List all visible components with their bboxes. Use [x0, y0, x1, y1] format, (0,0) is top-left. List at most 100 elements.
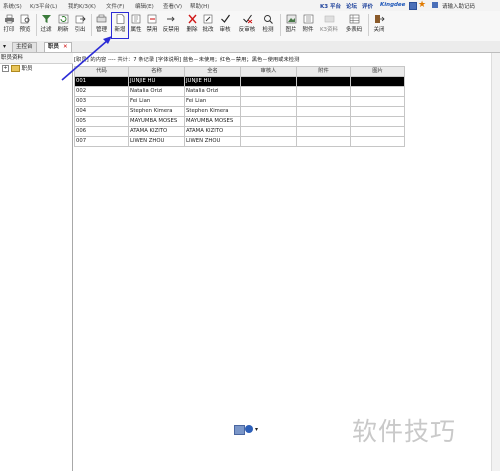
- manage-button[interactable]: 管理: [94, 13, 109, 39]
- dropdown-icon[interactable]: [409, 2, 417, 10]
- tab-employee-label: 职员: [48, 44, 60, 50]
- enable-icon: [166, 16, 175, 22]
- delete-label: 删除: [186, 27, 198, 33]
- cell-picture: [350, 136, 405, 147]
- cell-attachment: [296, 96, 351, 107]
- link-review[interactable]: 评价: [362, 2, 373, 10]
- mnemonic-search-input[interactable]: 请输入助记码: [442, 2, 475, 10]
- refresh-button[interactable]: 刷新: [56, 13, 70, 39]
- attachment-label: 附件: [302, 27, 314, 33]
- tab-menu-icon[interactable]: ▾: [3, 43, 6, 50]
- filter-button[interactable]: 过滤: [39, 13, 53, 39]
- picture-label: 图片: [285, 27, 297, 33]
- help-icon[interactable]: [245, 425, 253, 433]
- check-icon: [263, 15, 273, 24]
- properties-icon: [131, 14, 140, 24]
- k3-data-button[interactable]: K3资料: [318, 13, 340, 39]
- properties-label: 属性: [130, 27, 142, 33]
- cell-auditor: [240, 106, 297, 117]
- table-row[interactable]: 002 Natalia Orizi Natalia Orizi: [74, 86, 405, 97]
- column-header-attachment[interactable]: 附件: [296, 66, 351, 77]
- cell-attachment: [296, 126, 351, 137]
- left-panel: 职员资料 + 职员: [0, 53, 73, 471]
- menu-help[interactable]: 帮助(H): [190, 2, 209, 10]
- cell-name: Natalia Orizi: [128, 86, 185, 97]
- multi-table-label: 多表码: [345, 27, 363, 33]
- batch-edit-button[interactable]: 批改: [201, 13, 215, 39]
- table-row[interactable]: 001 JUNJIE HU JUNJIE HU: [74, 76, 405, 87]
- column-header-code[interactable]: 代码: [74, 66, 129, 77]
- print-button[interactable]: 打印: [2, 13, 16, 39]
- disable-button[interactable]: 禁用: [145, 13, 159, 39]
- cell-fullname: MAYUMBA MOSES: [184, 116, 241, 127]
- audit-label: 审核: [219, 27, 231, 33]
- new-button[interactable]: 新增: [111, 12, 129, 39]
- enable-button[interactable]: 反禁用: [161, 13, 181, 39]
- delete-button[interactable]: 删除: [185, 13, 199, 39]
- link-forum[interactable]: 论坛: [346, 2, 357, 10]
- column-header-picture[interactable]: 图片: [350, 66, 405, 77]
- cell-attachment: [296, 136, 351, 147]
- cell-fullname: Stephen Kimera: [184, 106, 241, 117]
- table-row[interactable]: 007 LIWEN ZHOU LIWEN ZHOU: [74, 136, 405, 147]
- table-row[interactable]: 005 MAYUMBA MOSES MAYUMBA MOSES: [74, 116, 405, 127]
- cell-fullname: ATAMA KIZITO: [184, 126, 241, 137]
- preview-button[interactable]: 预览: [18, 13, 32, 39]
- menu-my-k3[interactable]: 我的K/3(K): [68, 2, 96, 10]
- audit-icon: [220, 14, 230, 23]
- audit-button[interactable]: 审核: [218, 13, 232, 39]
- search-dropdown-icon[interactable]: [432, 2, 438, 8]
- check-button[interactable]: 检测: [261, 13, 275, 39]
- export-button[interactable]: 引出: [73, 13, 87, 39]
- vertical-scrollbar[interactable]: [491, 53, 500, 471]
- column-header-auditor[interactable]: 审核人: [240, 66, 297, 77]
- tab-main-console-label: 主控台: [16, 44, 33, 50]
- multi-table-button[interactable]: 多表码: [344, 13, 364, 39]
- kingdee-logo: Kingdee: [380, 2, 406, 8]
- cell-fullname: LIWEN ZHOU: [184, 136, 241, 147]
- table-row[interactable]: 006 ATAMA KIZITO ATAMA KIZITO: [74, 126, 405, 137]
- attachment-button[interactable]: 附件: [301, 13, 315, 39]
- export-label: 引出: [74, 27, 86, 33]
- tree-expand-icon[interactable]: +: [2, 65, 9, 72]
- export-icon: [75, 15, 86, 24]
- cell-attachment: [296, 86, 351, 97]
- cell-code: 004: [74, 106, 129, 117]
- menu-edit[interactable]: 编辑(E): [135, 2, 154, 10]
- column-header-fullname[interactable]: 全名: [184, 66, 241, 77]
- menu-file[interactable]: 文件(F): [106, 2, 124, 10]
- expand-icon[interactable]: ▾: [255, 426, 258, 433]
- k3-data-label: K3资料: [319, 27, 339, 33]
- picture-button[interactable]: 图片: [284, 13, 298, 39]
- tab-main-console[interactable]: 主控台: [12, 42, 37, 52]
- table-row[interactable]: 004 Stephen Kimera Stephen Kimera: [74, 106, 405, 117]
- enable-label: 反禁用: [162, 27, 180, 33]
- tab-bar: ▾ 主控台 职员 ✕: [0, 41, 500, 53]
- properties-button[interactable]: 属性: [129, 13, 143, 39]
- table-row[interactable]: 003 Fei Lian Fei Lian: [74, 96, 405, 107]
- menu-k3-platform[interactable]: K/3平台(L): [30, 2, 57, 10]
- cell-code: 003: [74, 96, 129, 107]
- column-header-name[interactable]: 名称: [128, 66, 185, 77]
- menu-system[interactable]: 系统(S): [3, 2, 22, 10]
- cell-auditor: [240, 86, 297, 97]
- filter-label: 过滤: [40, 27, 52, 33]
- cell-picture: [350, 116, 405, 127]
- cell-code: 005: [74, 116, 129, 127]
- manage-label: 管理: [95, 27, 107, 33]
- new-label: 新增: [114, 27, 126, 33]
- tree-root-item[interactable]: + 职员: [2, 65, 33, 73]
- link-k3-platform[interactable]: K3 平台: [320, 2, 341, 10]
- tree-root-label: 职员: [21, 66, 33, 72]
- multi-table-icon: [349, 14, 359, 24]
- attachment-icon: [303, 14, 313, 24]
- unaudit-button[interactable]: 反审核: [236, 13, 258, 39]
- cell-auditor: [240, 96, 297, 107]
- tab-close-icon[interactable]: ✕: [63, 44, 68, 50]
- close-button[interactable]: 关闭: [372, 13, 386, 39]
- tab-employee[interactable]: 职员 ✕: [44, 42, 72, 52]
- menu-view[interactable]: 查看(V): [163, 2, 182, 10]
- cell-attachment: [296, 116, 351, 127]
- batch-edit-icon: [203, 14, 212, 24]
- grid-header-row: 代码 名称 全名 审核人 附件 图片: [74, 66, 405, 77]
